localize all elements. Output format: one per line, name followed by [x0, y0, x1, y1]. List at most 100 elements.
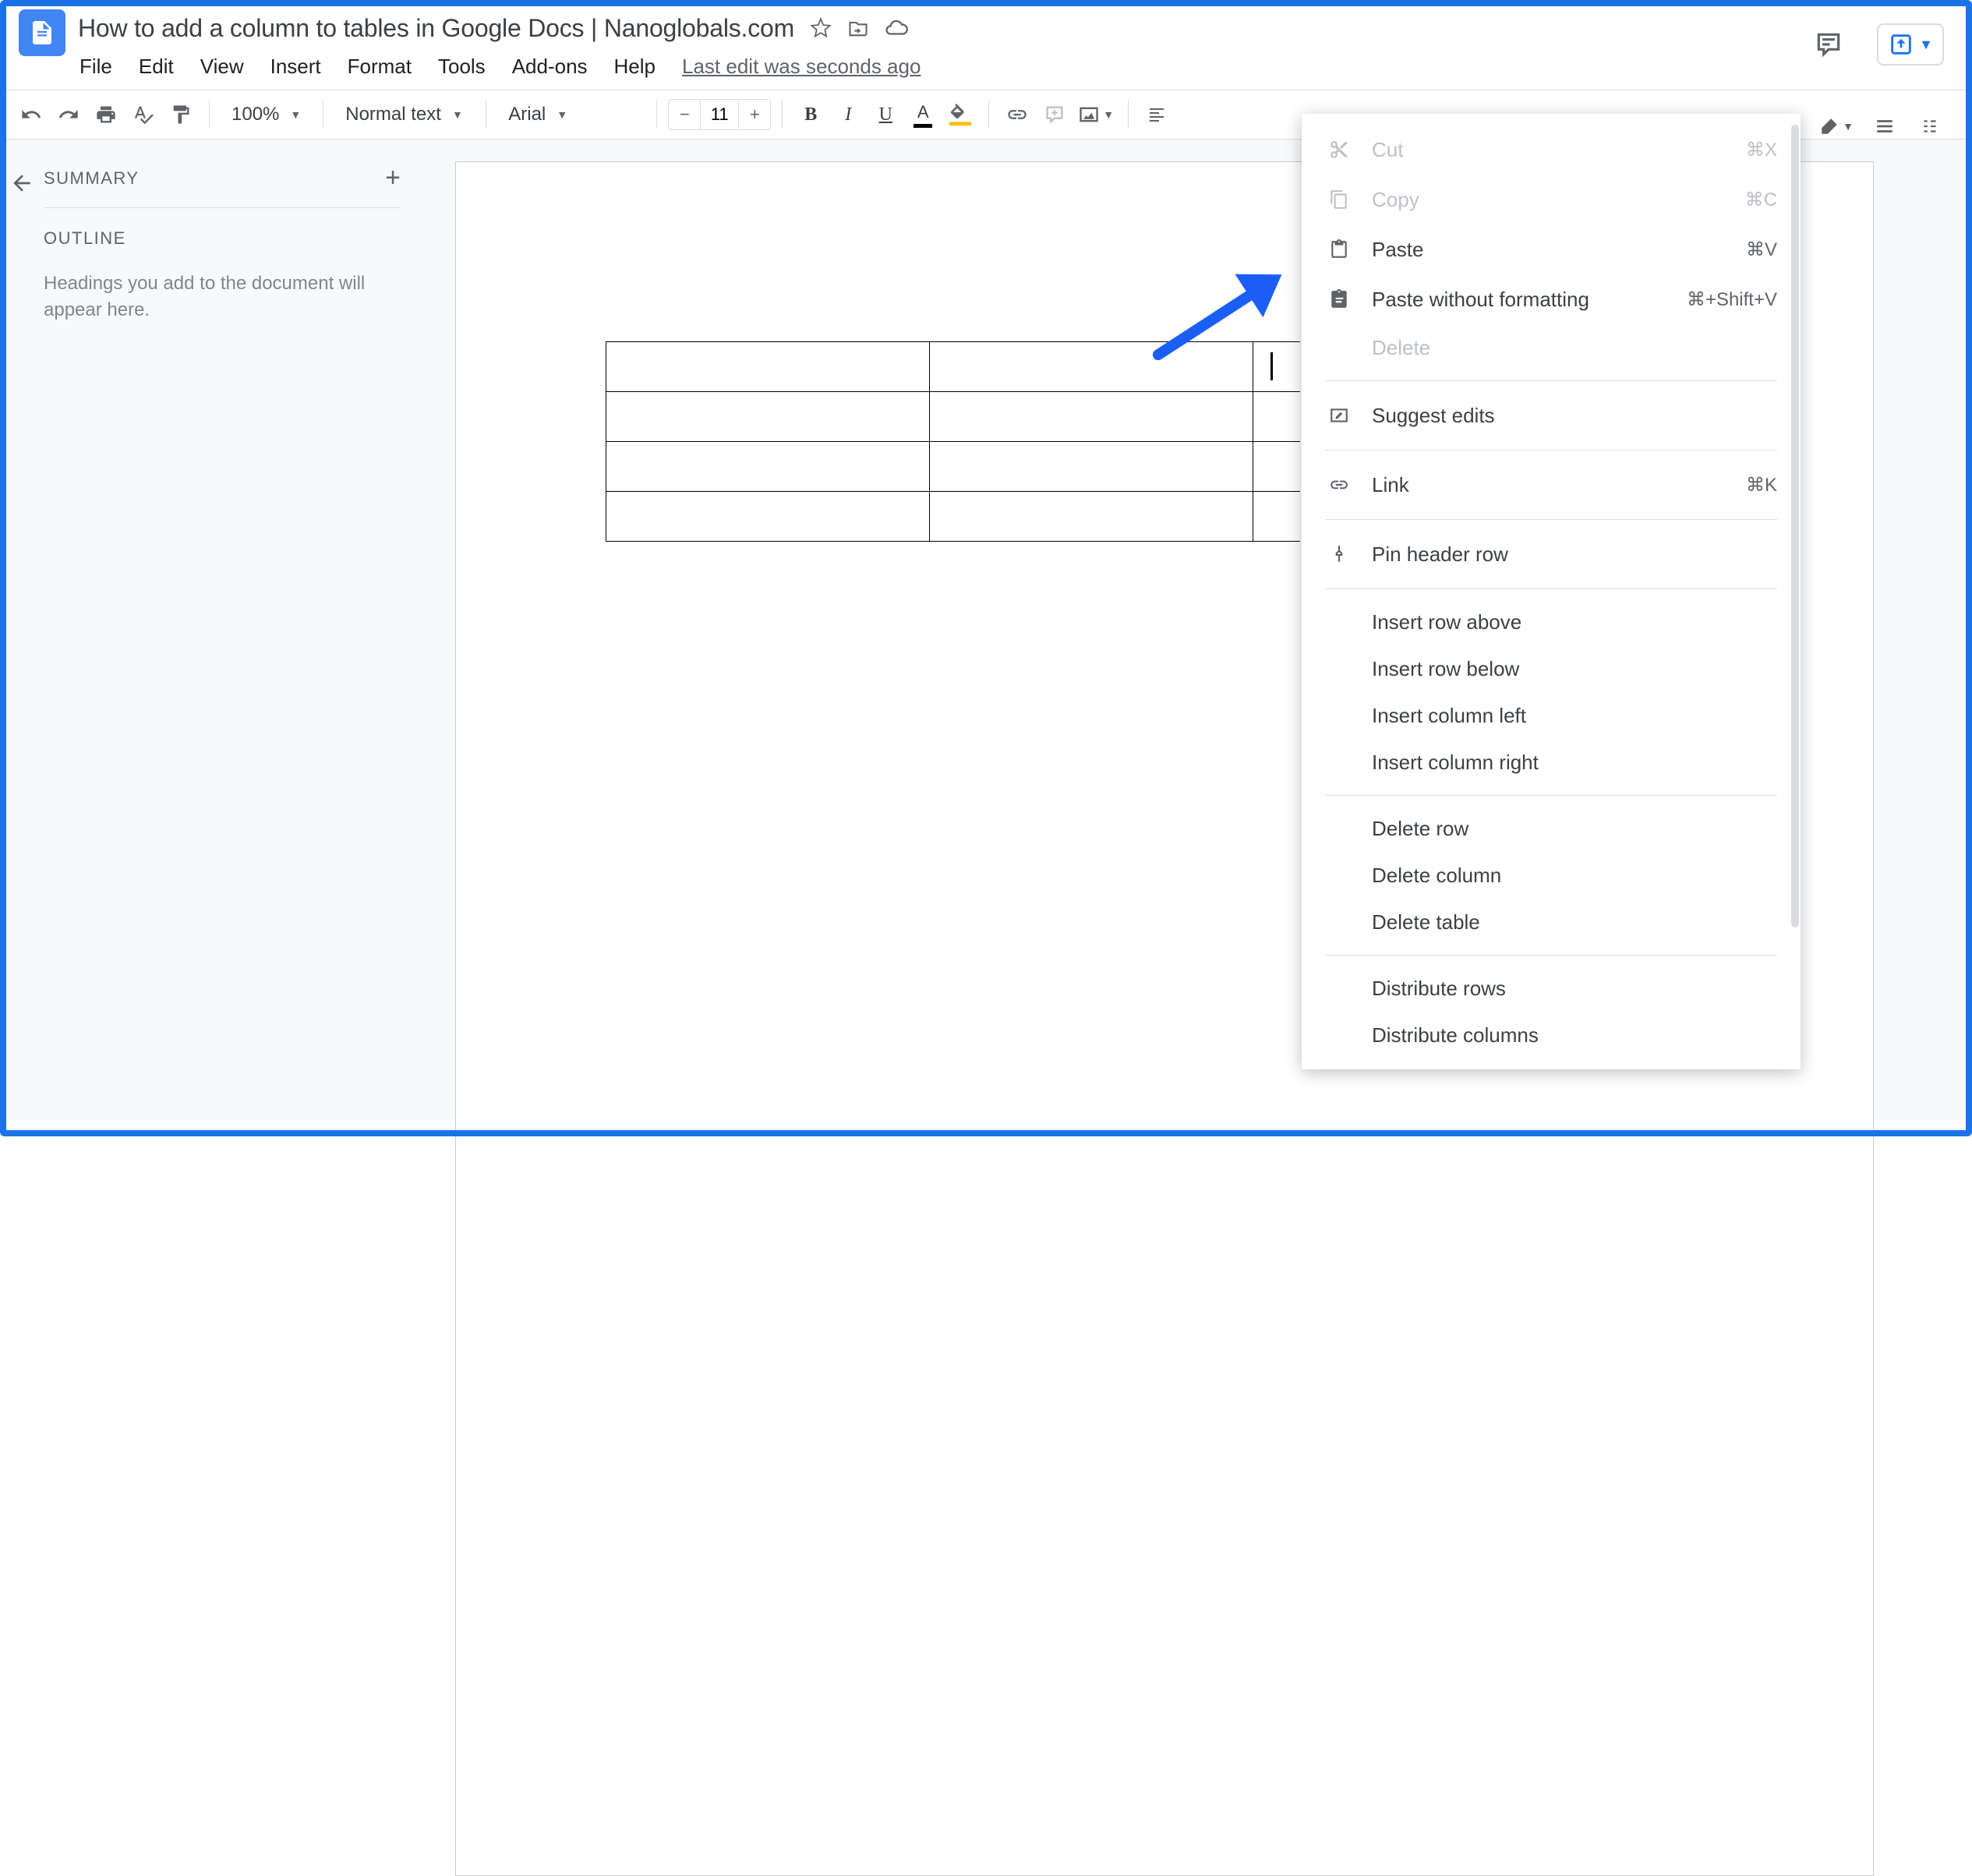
insert-link-button[interactable]: [1000, 97, 1034, 132]
undo-button[interactable]: [14, 97, 48, 132]
paragraph-style-select[interactable]: Normal text ▼: [334, 104, 475, 125]
highlight-tool-button[interactable]: ▼: [1816, 109, 1857, 143]
context-suggest-label: Suggest edits: [1372, 404, 1777, 428]
underline-button[interactable]: U: [868, 97, 903, 132]
menu-edit[interactable]: Edit: [139, 55, 174, 79]
outline-collapse-button[interactable]: [0, 140, 44, 1120]
context-pin-header-row[interactable]: Pin header row: [1302, 529, 1801, 579]
font-size-value[interactable]: 11: [700, 99, 739, 130]
add-comment-button[interactable]: [1037, 97, 1072, 132]
shortcut-text: ⌘V: [1746, 238, 1777, 261]
font-size-control: − 11 +: [668, 99, 771, 130]
print-button[interactable]: [89, 97, 123, 132]
align-button[interactable]: [1140, 97, 1174, 132]
shortcut-text: ⌘+Shift+V: [1687, 288, 1777, 311]
outline-heading: OUTLINE: [44, 228, 401, 249]
table-row: [606, 392, 1300, 442]
italic-button[interactable]: I: [831, 97, 865, 132]
menu-tools[interactable]: Tools: [438, 55, 486, 79]
context-delete-column[interactable]: Delete column: [1302, 852, 1801, 899]
menu-view[interactable]: View: [200, 55, 244, 79]
font-value: Arial: [508, 104, 546, 125]
menu-help[interactable]: Help: [614, 55, 656, 79]
docs-logo-icon[interactable]: [19, 9, 65, 56]
context-paste-label: Paste: [1372, 238, 1746, 262]
bold-button[interactable]: B: [793, 97, 828, 132]
context-insert-column-right[interactable]: Insert column right: [1302, 739, 1801, 786]
context-insert-row-below[interactable]: Insert row below: [1302, 645, 1801, 692]
link-icon: [1325, 471, 1353, 499]
context-paste-no-format[interactable]: Paste without formatting ⌘+Shift+V: [1302, 274, 1801, 324]
paste-plain-icon: [1325, 285, 1353, 313]
document-title[interactable]: How to add a column to tables in Google …: [78, 14, 794, 43]
context-menu: Cut ⌘X Copy ⌘C Paste ⌘V Paste without fo…: [1302, 114, 1801, 1069]
table-row: [606, 442, 1300, 492]
menu-bar: File Edit View Insert Format Tools Add-o…: [78, 47, 1811, 90]
context-insert-row-above[interactable]: Insert row above: [1302, 599, 1801, 645]
context-insert-column-left[interactable]: Insert column left: [1302, 692, 1801, 739]
context-delete: Delete: [1302, 324, 1801, 371]
copy-icon: [1325, 185, 1353, 214]
document-table[interactable]: [606, 341, 1300, 542]
context-distribute-columns[interactable]: Distribute columns: [1302, 1012, 1801, 1058]
zoom-select[interactable]: 100% ▼: [221, 104, 312, 125]
context-cut: Cut ⌘X: [1302, 125, 1801, 175]
context-link-label: Link: [1372, 473, 1746, 497]
editing-mode-button[interactable]: [1913, 109, 1947, 143]
caret-down-icon: ▼: [290, 108, 301, 121]
context-paste-nofmt-label: Paste without formatting: [1372, 288, 1687, 312]
style-value: Normal text: [345, 104, 441, 125]
context-cut-label: Cut: [1372, 138, 1746, 162]
shortcut-text: ⌘C: [1745, 189, 1777, 211]
list-button[interactable]: [1868, 109, 1902, 143]
outline-hint-text: Headings you add to the document will ap…: [44, 270, 401, 323]
last-edit-link[interactable]: Last edit was seconds ago: [682, 55, 921, 79]
text-color-button[interactable]: A: [906, 97, 940, 132]
caret-down-icon: ▼: [1103, 108, 1114, 121]
redo-button[interactable]: [51, 97, 86, 132]
comments-button[interactable]: [1811, 27, 1846, 62]
scrollbar[interactable]: [1791, 125, 1799, 927]
share-dropdown-caret-icon[interactable]: ▼: [1919, 37, 1933, 53]
context-suggest-edits[interactable]: Suggest edits: [1302, 390, 1801, 440]
suggest-icon: [1325, 401, 1353, 429]
font-select[interactable]: Arial ▼: [497, 104, 645, 125]
menu-addons[interactable]: Add-ons: [512, 55, 588, 79]
context-paste[interactable]: Paste ⌘V: [1302, 224, 1801, 274]
context-distribute-rows[interactable]: Distribute rows: [1302, 965, 1801, 1012]
table-row: [606, 492, 1300, 542]
share-button[interactable]: ▼: [1877, 23, 1944, 65]
highlight-color-button[interactable]: [943, 97, 977, 132]
menu-insert[interactable]: Insert: [270, 55, 321, 79]
zoom-value: 100%: [231, 104, 279, 125]
caret-down-icon: ▼: [557, 108, 567, 121]
font-size-increase-button[interactable]: +: [739, 99, 770, 130]
context-delete-table[interactable]: Delete table: [1302, 899, 1801, 945]
paste-icon: [1325, 235, 1353, 263]
context-copy-label: Copy: [1372, 188, 1745, 212]
context-delete-row[interactable]: Delete row: [1302, 805, 1801, 852]
shortcut-text: ⌘K: [1746, 474, 1777, 496]
caret-down-icon: ▼: [452, 108, 463, 121]
cloud-status-icon[interactable]: [885, 16, 908, 40]
context-link[interactable]: Link ⌘K: [1302, 460, 1801, 510]
font-size-decrease-button[interactable]: −: [669, 99, 700, 130]
cut-icon: [1325, 136, 1353, 164]
move-icon[interactable]: [847, 17, 869, 39]
shortcut-text: ⌘X: [1746, 139, 1777, 161]
context-delete-label: Delete: [1372, 336, 1777, 360]
insert-image-button[interactable]: ▼: [1075, 97, 1117, 132]
menu-format[interactable]: Format: [348, 55, 412, 79]
summary-heading: SUMMARY: [44, 168, 140, 189]
caret-down-icon: ▼: [1843, 120, 1854, 132]
pin-icon: [1325, 540, 1353, 568]
table-row: [606, 342, 1300, 392]
add-summary-button[interactable]: +: [385, 163, 401, 193]
menu-file[interactable]: File: [80, 55, 112, 79]
text-cursor: [1270, 352, 1273, 380]
star-icon[interactable]: [810, 17, 832, 39]
context-copy: Copy ⌘C: [1302, 175, 1801, 224]
spellcheck-button[interactable]: [126, 97, 161, 132]
context-pin-label: Pin header row: [1372, 542, 1777, 567]
paint-format-button[interactable]: [164, 97, 198, 132]
